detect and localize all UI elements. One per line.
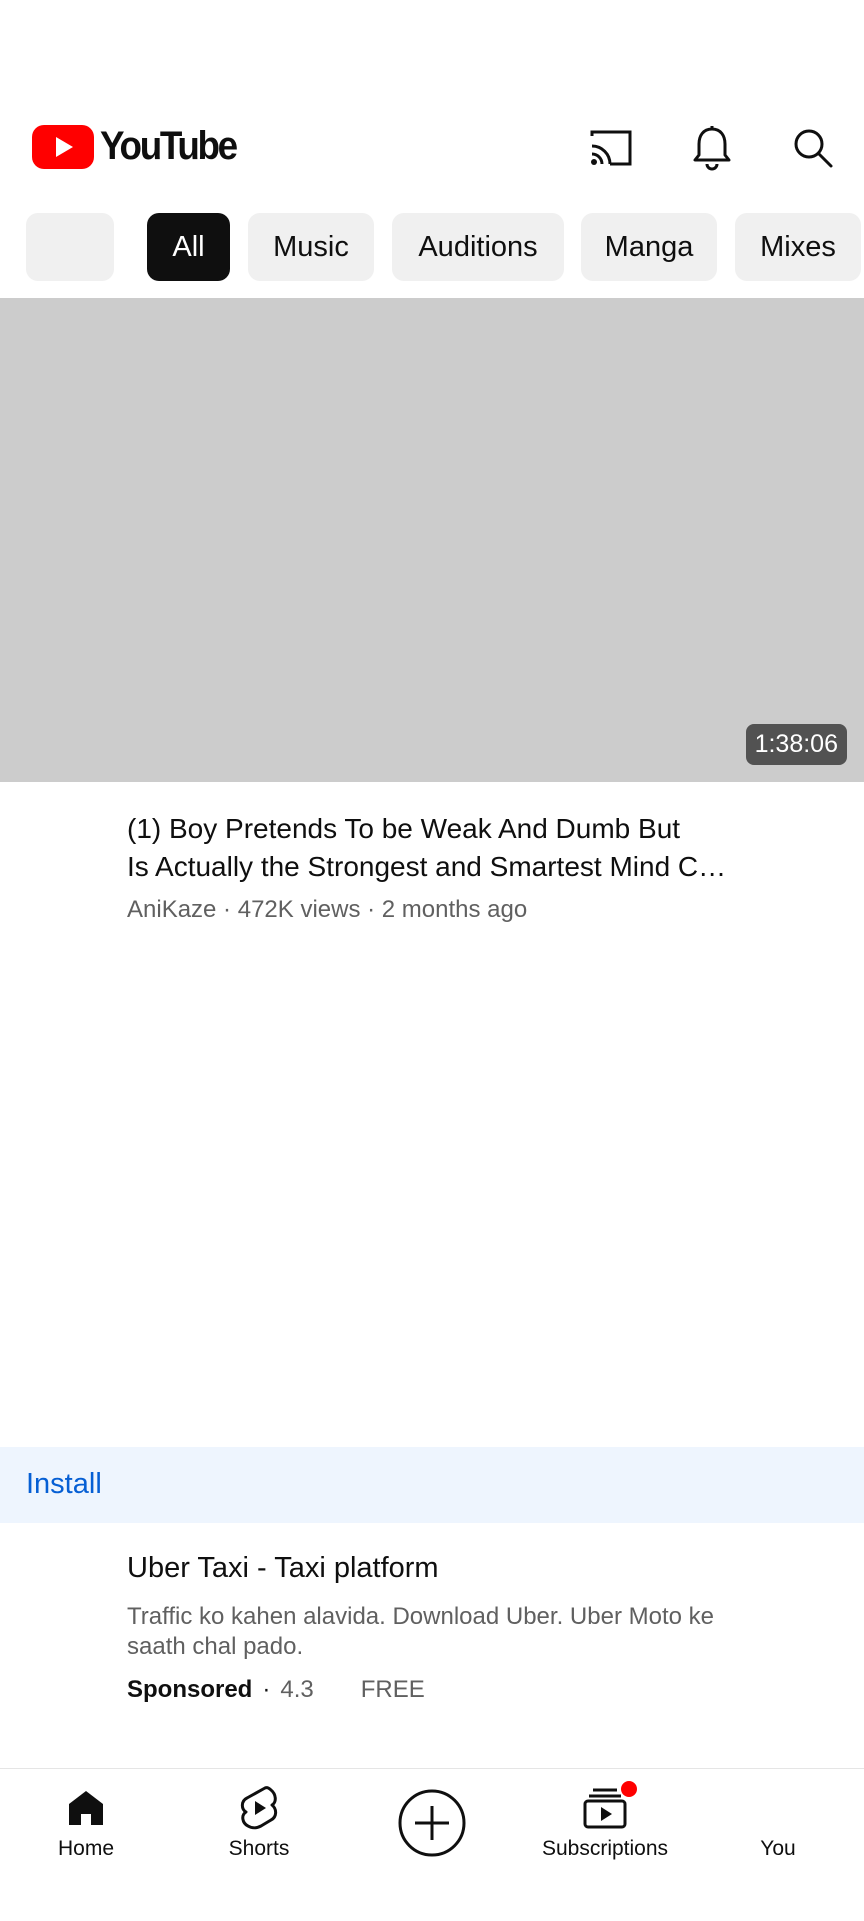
chip-all[interactable]: All	[147, 213, 230, 281]
nav-home[interactable]: Home	[0, 1783, 172, 1861]
ad-meta: Sponsored · 4.3 FREE	[127, 1676, 425, 1704]
cast-icon	[590, 130, 632, 166]
nav-shorts-label: Shorts	[228, 1837, 290, 1860]
create-button[interactable]	[398, 1789, 466, 1857]
bell-icon	[693, 126, 731, 171]
ad-title[interactable]: Uber Taxi - Taxi platform	[127, 1552, 439, 1585]
subscriptions-icon	[583, 1788, 627, 1829]
youtube-play-icon	[32, 124, 94, 169]
nav-home-label: Home	[57, 1837, 115, 1860]
filter-chips: All Music Auditions Manga Mixes	[0, 213, 864, 281]
chip-mixes[interactable]: Mixes	[735, 213, 861, 281]
video-thumbnail[interactable]: 1:38:06	[0, 298, 864, 782]
search-icon	[794, 129, 833, 168]
nav-you-label: You	[760, 1837, 796, 1860]
logo-text: YouTube	[100, 124, 238, 168]
shorts-icon	[240, 1786, 278, 1830]
home-icon	[69, 1791, 103, 1825]
bottom-navigation: Home Shorts Subscriptions You	[0, 1768, 864, 1921]
nav-you[interactable]: You	[692, 1783, 864, 1861]
video-title-line-1: (1) Boy Pretends To be Weak And Dumb But	[127, 813, 681, 844]
ad-price: FREE	[360, 1676, 425, 1703]
chip-music[interactable]: Music	[248, 213, 374, 281]
install-button[interactable]: Install	[26, 1468, 102, 1501]
nav-subscriptions[interactable]: Subscriptions	[519, 1781, 691, 1861]
youtube-logo[interactable]: YouTube	[32, 124, 248, 169]
chip-auditions[interactable]: Auditions	[392, 213, 564, 281]
search-button[interactable]	[789, 124, 837, 172]
notifications-button[interactable]	[688, 124, 736, 172]
cast-button[interactable]	[587, 124, 635, 172]
ad-description: Traffic ko kahen alavida. Download Uber.…	[127, 1603, 714, 1660]
notification-dot	[621, 1781, 637, 1797]
video-meta: AniKaze · 472K views · 2 months ago	[127, 896, 528, 923]
meta-separator: ·	[262, 1676, 271, 1703]
video-title-line-2: Is Actually the Strongest and Smartest M…	[127, 851, 727, 882]
install-bar[interactable]: Install	[0, 1447, 864, 1523]
video-duration: 1:38:06	[745, 724, 847, 765]
chip-manga[interactable]: Manga	[581, 213, 717, 281]
video-title[interactable]: (1) Boy Pretends To be Weak And Dumb But…	[127, 810, 767, 886]
chip-explore[interactable]	[26, 213, 114, 281]
ad-rating: 4.3	[280, 1676, 314, 1703]
nav-shorts[interactable]: Shorts	[173, 1783, 345, 1861]
top-app-bar: YouTube	[0, 0, 864, 210]
sponsored-label: Sponsored	[127, 1676, 253, 1703]
nav-subscriptions-label: Subscriptions	[541, 1837, 669, 1860]
